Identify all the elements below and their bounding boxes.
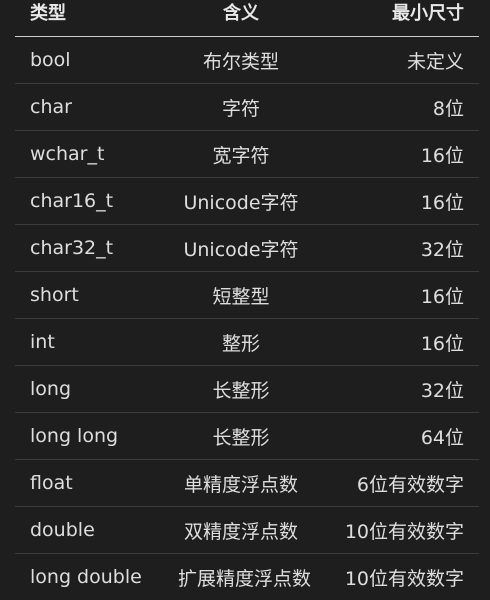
- cell-meaning: 单精度浮点数: [163, 460, 319, 507]
- cell-min-size: 16位: [319, 319, 479, 366]
- table-body: bool 布尔类型 未定义 char 字符 8位 wchar_t 宽字符 16位…: [15, 37, 479, 600]
- cell-min-size: 16位: [319, 178, 479, 225]
- cell-meaning: 长整形: [163, 413, 319, 460]
- table-row: char16_t Unicode字符 16位: [15, 178, 479, 225]
- cell-min-size: 16位: [319, 131, 479, 178]
- cell-type: bool: [15, 37, 163, 84]
- cell-min-size: 8位: [319, 84, 479, 131]
- cell-type: float: [15, 460, 163, 507]
- cell-min-size: 未定义: [319, 37, 479, 84]
- cell-min-size: 16位: [319, 272, 479, 319]
- cell-type: char32_t: [15, 225, 163, 272]
- table-row: double 双精度浮点数 10位有效数字: [15, 507, 479, 554]
- cell-meaning: 长整形: [163, 366, 319, 413]
- cell-type: long: [15, 366, 163, 413]
- cell-meaning: 双精度浮点数: [163, 507, 319, 554]
- cell-meaning: 短整型: [163, 272, 319, 319]
- table-row: char 字符 8位: [15, 84, 479, 131]
- table-row: wchar_t 宽字符 16位: [15, 131, 479, 178]
- cell-type: char16_t: [15, 178, 163, 225]
- table-row: long 长整形 32位: [15, 366, 479, 413]
- cell-type: wchar_t: [15, 131, 163, 178]
- table-row: int 整形 16位: [15, 319, 479, 366]
- type-size-table-container: 类型 含义 最小尺寸 bool 布尔类型 未定义 char 字符 8位 wcha…: [15, 0, 479, 600]
- header-type: 类型: [15, 0, 163, 37]
- cell-type: long double: [15, 554, 163, 600]
- cell-meaning: 整形: [163, 319, 319, 366]
- header-min-size: 最小尺寸: [319, 0, 479, 37]
- cell-type: long long: [15, 413, 163, 460]
- cell-min-size: 6位有效数字: [319, 460, 479, 507]
- table-row: char32_t Unicode字符 32位: [15, 225, 479, 272]
- cell-min-size: 32位: [319, 366, 479, 413]
- table-row: long double 扩展精度浮点数 10位有效数字: [15, 554, 479, 600]
- table-row: bool 布尔类型 未定义: [15, 37, 479, 84]
- table-row: short 短整型 16位: [15, 272, 479, 319]
- cell-meaning: Unicode字符: [163, 178, 319, 225]
- cell-meaning: 字符: [163, 84, 319, 131]
- type-size-table: 类型 含义 最小尺寸 bool 布尔类型 未定义 char 字符 8位 wcha…: [15, 0, 479, 600]
- cell-meaning: Unicode字符: [163, 225, 319, 272]
- table-row: float 单精度浮点数 6位有效数字: [15, 460, 479, 507]
- cell-min-size: 32位: [319, 225, 479, 272]
- cell-meaning: 扩展精度浮点数: [163, 554, 319, 600]
- header-meaning: 含义: [163, 0, 319, 37]
- table-row: long long 长整形 64位: [15, 413, 479, 460]
- cell-type: double: [15, 507, 163, 554]
- cell-meaning: 布尔类型: [163, 37, 319, 84]
- header-row: 类型 含义 最小尺寸: [15, 0, 479, 37]
- cell-meaning: 宽字符: [163, 131, 319, 178]
- cell-type: short: [15, 272, 163, 319]
- table-header: 类型 含义 最小尺寸: [15, 0, 479, 37]
- cell-type: char: [15, 84, 163, 131]
- cell-type: int: [15, 319, 163, 366]
- cell-min-size: 10位有效数字: [319, 507, 479, 554]
- cell-min-size: 64位: [319, 413, 479, 460]
- cell-min-size: 10位有效数字: [319, 554, 479, 600]
